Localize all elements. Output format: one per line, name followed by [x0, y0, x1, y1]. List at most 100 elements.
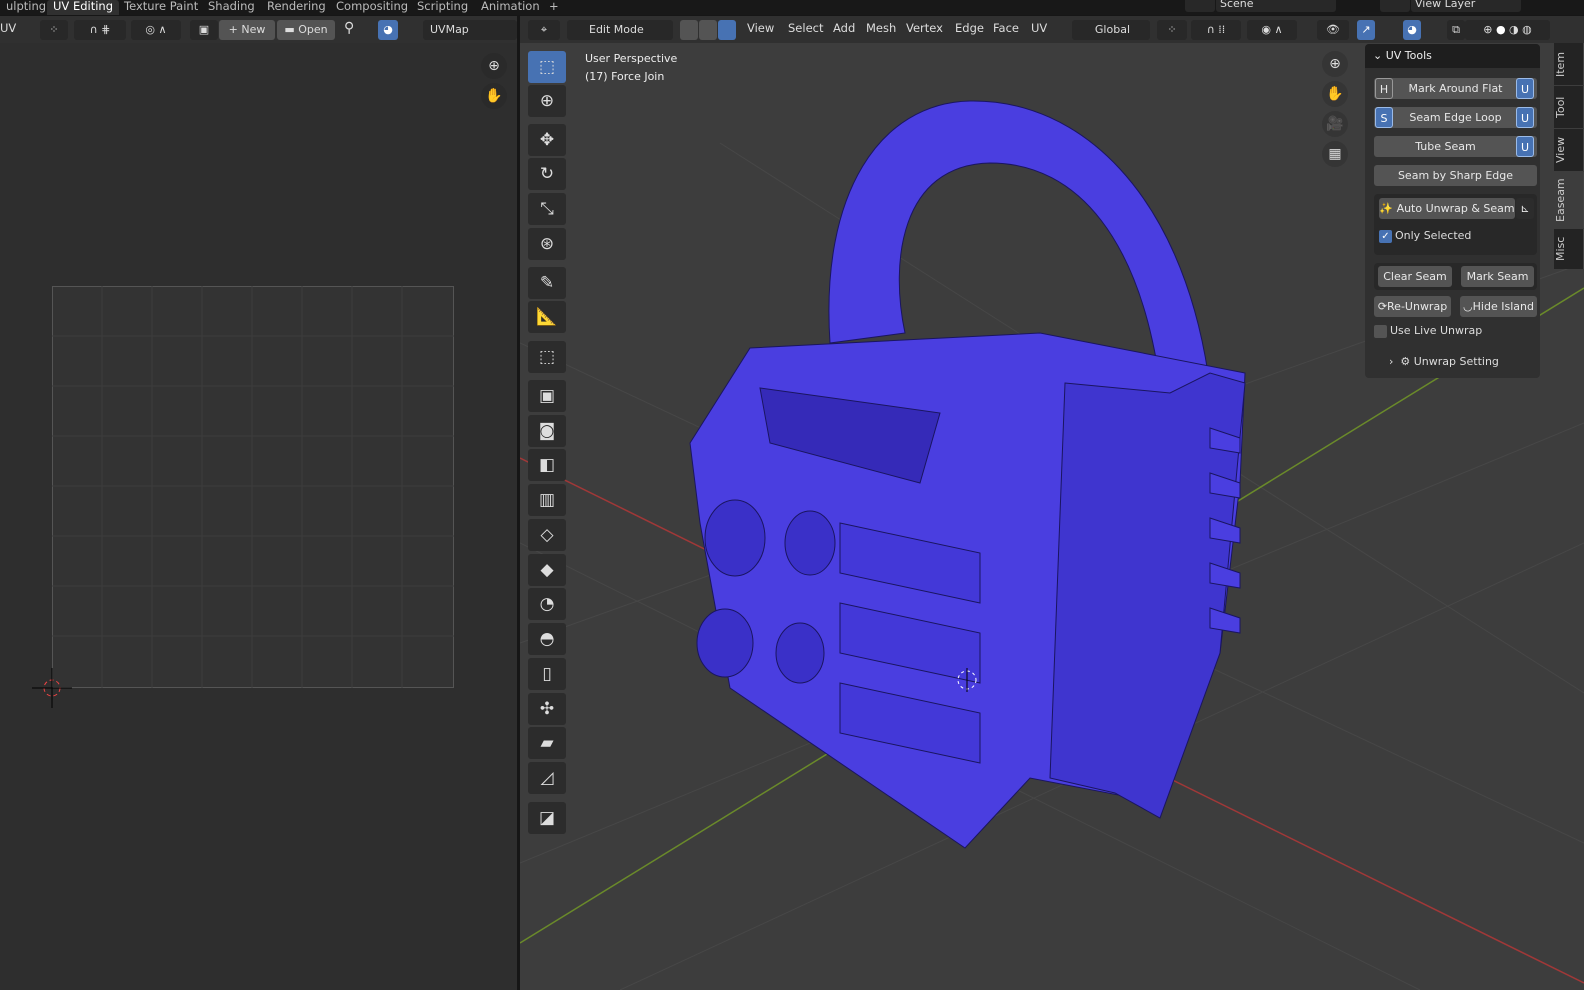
mark-seam-button[interactable]: Mark Seam [1461, 266, 1534, 287]
seam-edge-loop-button[interactable]: Seam Edge Loop [1409, 111, 1501, 124]
auto-unwrap-settings-icon[interactable]: ⊾ [1516, 198, 1534, 219]
mode-dropdown[interactable]: Edit Mode [567, 20, 673, 40]
uv-tool[interactable]: ◪ [528, 802, 566, 834]
camera-icon[interactable]: 🎥 [1322, 111, 1348, 137]
perspective-grid-icon[interactable]: ▦ [1322, 141, 1348, 167]
image-browse-icon[interactable]: ▣ [190, 20, 218, 40]
visibility-icon[interactable]: 👁 [1317, 20, 1349, 40]
mark-around-flat-button[interactable]: Mark Around Flat [1408, 82, 1502, 95]
2d-cursor-icon[interactable] [32, 668, 72, 708]
unwrap-setting-subpanel[interactable]: › ⚙ Unwrap Setting [1389, 355, 1499, 368]
inset-tool[interactable]: ◙ [528, 415, 566, 447]
hide-island-button[interactable]: ◡Hide Island [1460, 296, 1537, 317]
spin-tool[interactable]: ◔ [528, 588, 566, 620]
face-select-icon[interactable] [718, 20, 736, 40]
pan-hand-icon[interactable]: ✋ [1322, 81, 1348, 107]
view-layer-icon[interactable] [1380, 0, 1410, 12]
transform-tool[interactable]: ⊛ [528, 228, 566, 260]
menu-vertex[interactable]: Vertex [906, 21, 943, 35]
knife-tool[interactable]: ◇ [528, 519, 566, 551]
uv-sync-icon[interactable]: ◕ [378, 20, 398, 40]
tab-animation[interactable]: Animation [475, 0, 546, 15]
proportional-edit-icon[interactable]: ◎ ∧ [131, 20, 181, 40]
loop-cut-tool[interactable]: ▥ [528, 484, 566, 516]
open-image-button[interactable]: ▬ Open [277, 20, 335, 40]
poly-build-tool[interactable]: ◆ [528, 554, 566, 586]
panel-header[interactable]: ⌄ UV Tools [1365, 44, 1540, 68]
clear-seam-button[interactable]: Clear Seam [1378, 266, 1452, 287]
menu-face[interactable]: Face [993, 21, 1019, 35]
bevel-tool[interactable]: ◧ [528, 449, 566, 481]
menu-uv[interactable]: UV [1031, 21, 1047, 35]
tab-uv-editing[interactable]: UV Editing [47, 0, 119, 15]
tab-shading[interactable]: Shading [202, 0, 261, 15]
unwrap-setting-label: Unwrap Setting [1413, 355, 1499, 368]
edge-slide-tool[interactable]: ▯ [528, 658, 566, 690]
pin-icon[interactable]: ⚲ [344, 20, 354, 36]
menu-add[interactable]: Add [833, 21, 855, 35]
annotate-tool[interactable]: ✎ [528, 267, 566, 299]
vertex-select-icon[interactable] [680, 20, 698, 40]
add-workspace-button[interactable]: + [543, 0, 565, 15]
edge-select-icon[interactable] [699, 20, 717, 40]
xray-icon[interactable]: ⧉ [1447, 20, 1465, 40]
pivot-icon[interactable]: ⁘ [40, 20, 68, 40]
use-live-unwrap-checkbox[interactable] [1374, 325, 1387, 338]
new-image-button[interactable]: + New [219, 20, 275, 40]
select-box-tool[interactable]: ⬚ [528, 51, 566, 83]
orientation-dropdown[interactable]: Global [1072, 20, 1150, 40]
proportional-icon[interactable]: ◉ ∧ [1247, 20, 1297, 40]
extrude-tool[interactable]: ▣ [528, 380, 566, 412]
menu-edge[interactable]: Edge [955, 21, 984, 35]
padlock-mesh [689, 100, 1246, 849]
unwrap-u-button[interactable]: U [1516, 136, 1534, 157]
shear-tool[interactable]: ▰ [528, 727, 566, 759]
uv-editor[interactable]: ⊕ ✋ [0, 43, 517, 990]
uvmap-field[interactable]: UVMap [423, 20, 517, 40]
tube-seam-button[interactable]: Tube Seam [1415, 140, 1475, 153]
only-selected-checkbox[interactable]: ✓ [1379, 230, 1392, 243]
snap-icon[interactable]: ∩ ⋕ [74, 20, 126, 40]
menu-view[interactable]: View [747, 21, 774, 35]
sidebar-tab-tool[interactable]: Tool [1554, 86, 1584, 128]
menu-mesh[interactable]: Mesh [866, 21, 896, 35]
view-layer-field[interactable]: View Layer [1411, 0, 1521, 12]
seam-by-sharp-edge-button[interactable]: Seam by Sharp Edge [1374, 165, 1537, 186]
tab-rendering[interactable]: Rendering [261, 0, 332, 15]
editor-type-icon[interactable]: ⌖ [528, 20, 560, 40]
tab-texture-paint[interactable]: Texture Paint [118, 0, 204, 15]
key-s-badge: S [1375, 107, 1393, 128]
sidebar-tab-misc[interactable]: Misc [1554, 229, 1584, 269]
pivot-icon[interactable]: ⁘ [1157, 20, 1187, 40]
re-unwrap-button[interactable]: ⟳Re-Unwrap [1374, 296, 1451, 317]
gizmo-icon[interactable]: ↗ [1357, 20, 1375, 40]
scene-name-field[interactable]: Scene [1216, 0, 1336, 12]
zoom-icon[interactable]: ⊕ [1322, 51, 1348, 77]
add-cube-tool[interactable]: ⬚ [528, 341, 566, 373]
menu-select[interactable]: Select [788, 21, 823, 35]
pan-hand-icon[interactable]: ✋ [481, 83, 507, 109]
tab-sculpting[interactable]: ulpting [0, 0, 52, 15]
measure-tool[interactable]: 📐 [528, 301, 566, 333]
cursor-tool[interactable]: ⊕ [528, 85, 566, 117]
tab-scripting[interactable]: Scripting [411, 0, 474, 15]
scene-selector-icon[interactable] [1185, 0, 1215, 12]
shading-modes[interactable]: ⊕ ● ◑ ◍ [1465, 20, 1550, 40]
editor-type[interactable]: UV [0, 21, 16, 35]
rotate-tool[interactable]: ↻ [528, 158, 566, 190]
tab-compositing[interactable]: Compositing [330, 0, 414, 15]
sidebar-tab-item[interactable]: Item [1554, 43, 1584, 85]
shrink-fatten-tool[interactable]: ✣ [528, 693, 566, 725]
snap-icon[interactable]: ∩ ⁞⁞ [1191, 20, 1241, 40]
rip-tool[interactable]: ◿ [528, 762, 566, 794]
sidebar-tab-easeam[interactable]: Easeam [1554, 172, 1584, 228]
smooth-tool[interactable]: ◓ [528, 623, 566, 655]
zoom-icon[interactable]: ⊕ [481, 53, 507, 79]
scale-tool[interactable]: ⤡ [528, 193, 566, 225]
move-tool[interactable]: ✥ [528, 124, 566, 156]
auto-unwrap-button[interactable]: ✨ Auto Unwrap & Seam [1379, 198, 1515, 219]
sidebar-tab-view[interactable]: View [1554, 129, 1584, 171]
unwrap-u-button[interactable]: U [1516, 78, 1534, 99]
overlay-icon[interactable]: ◕ [1403, 20, 1421, 40]
unwrap-u-button[interactable]: U [1516, 107, 1534, 128]
